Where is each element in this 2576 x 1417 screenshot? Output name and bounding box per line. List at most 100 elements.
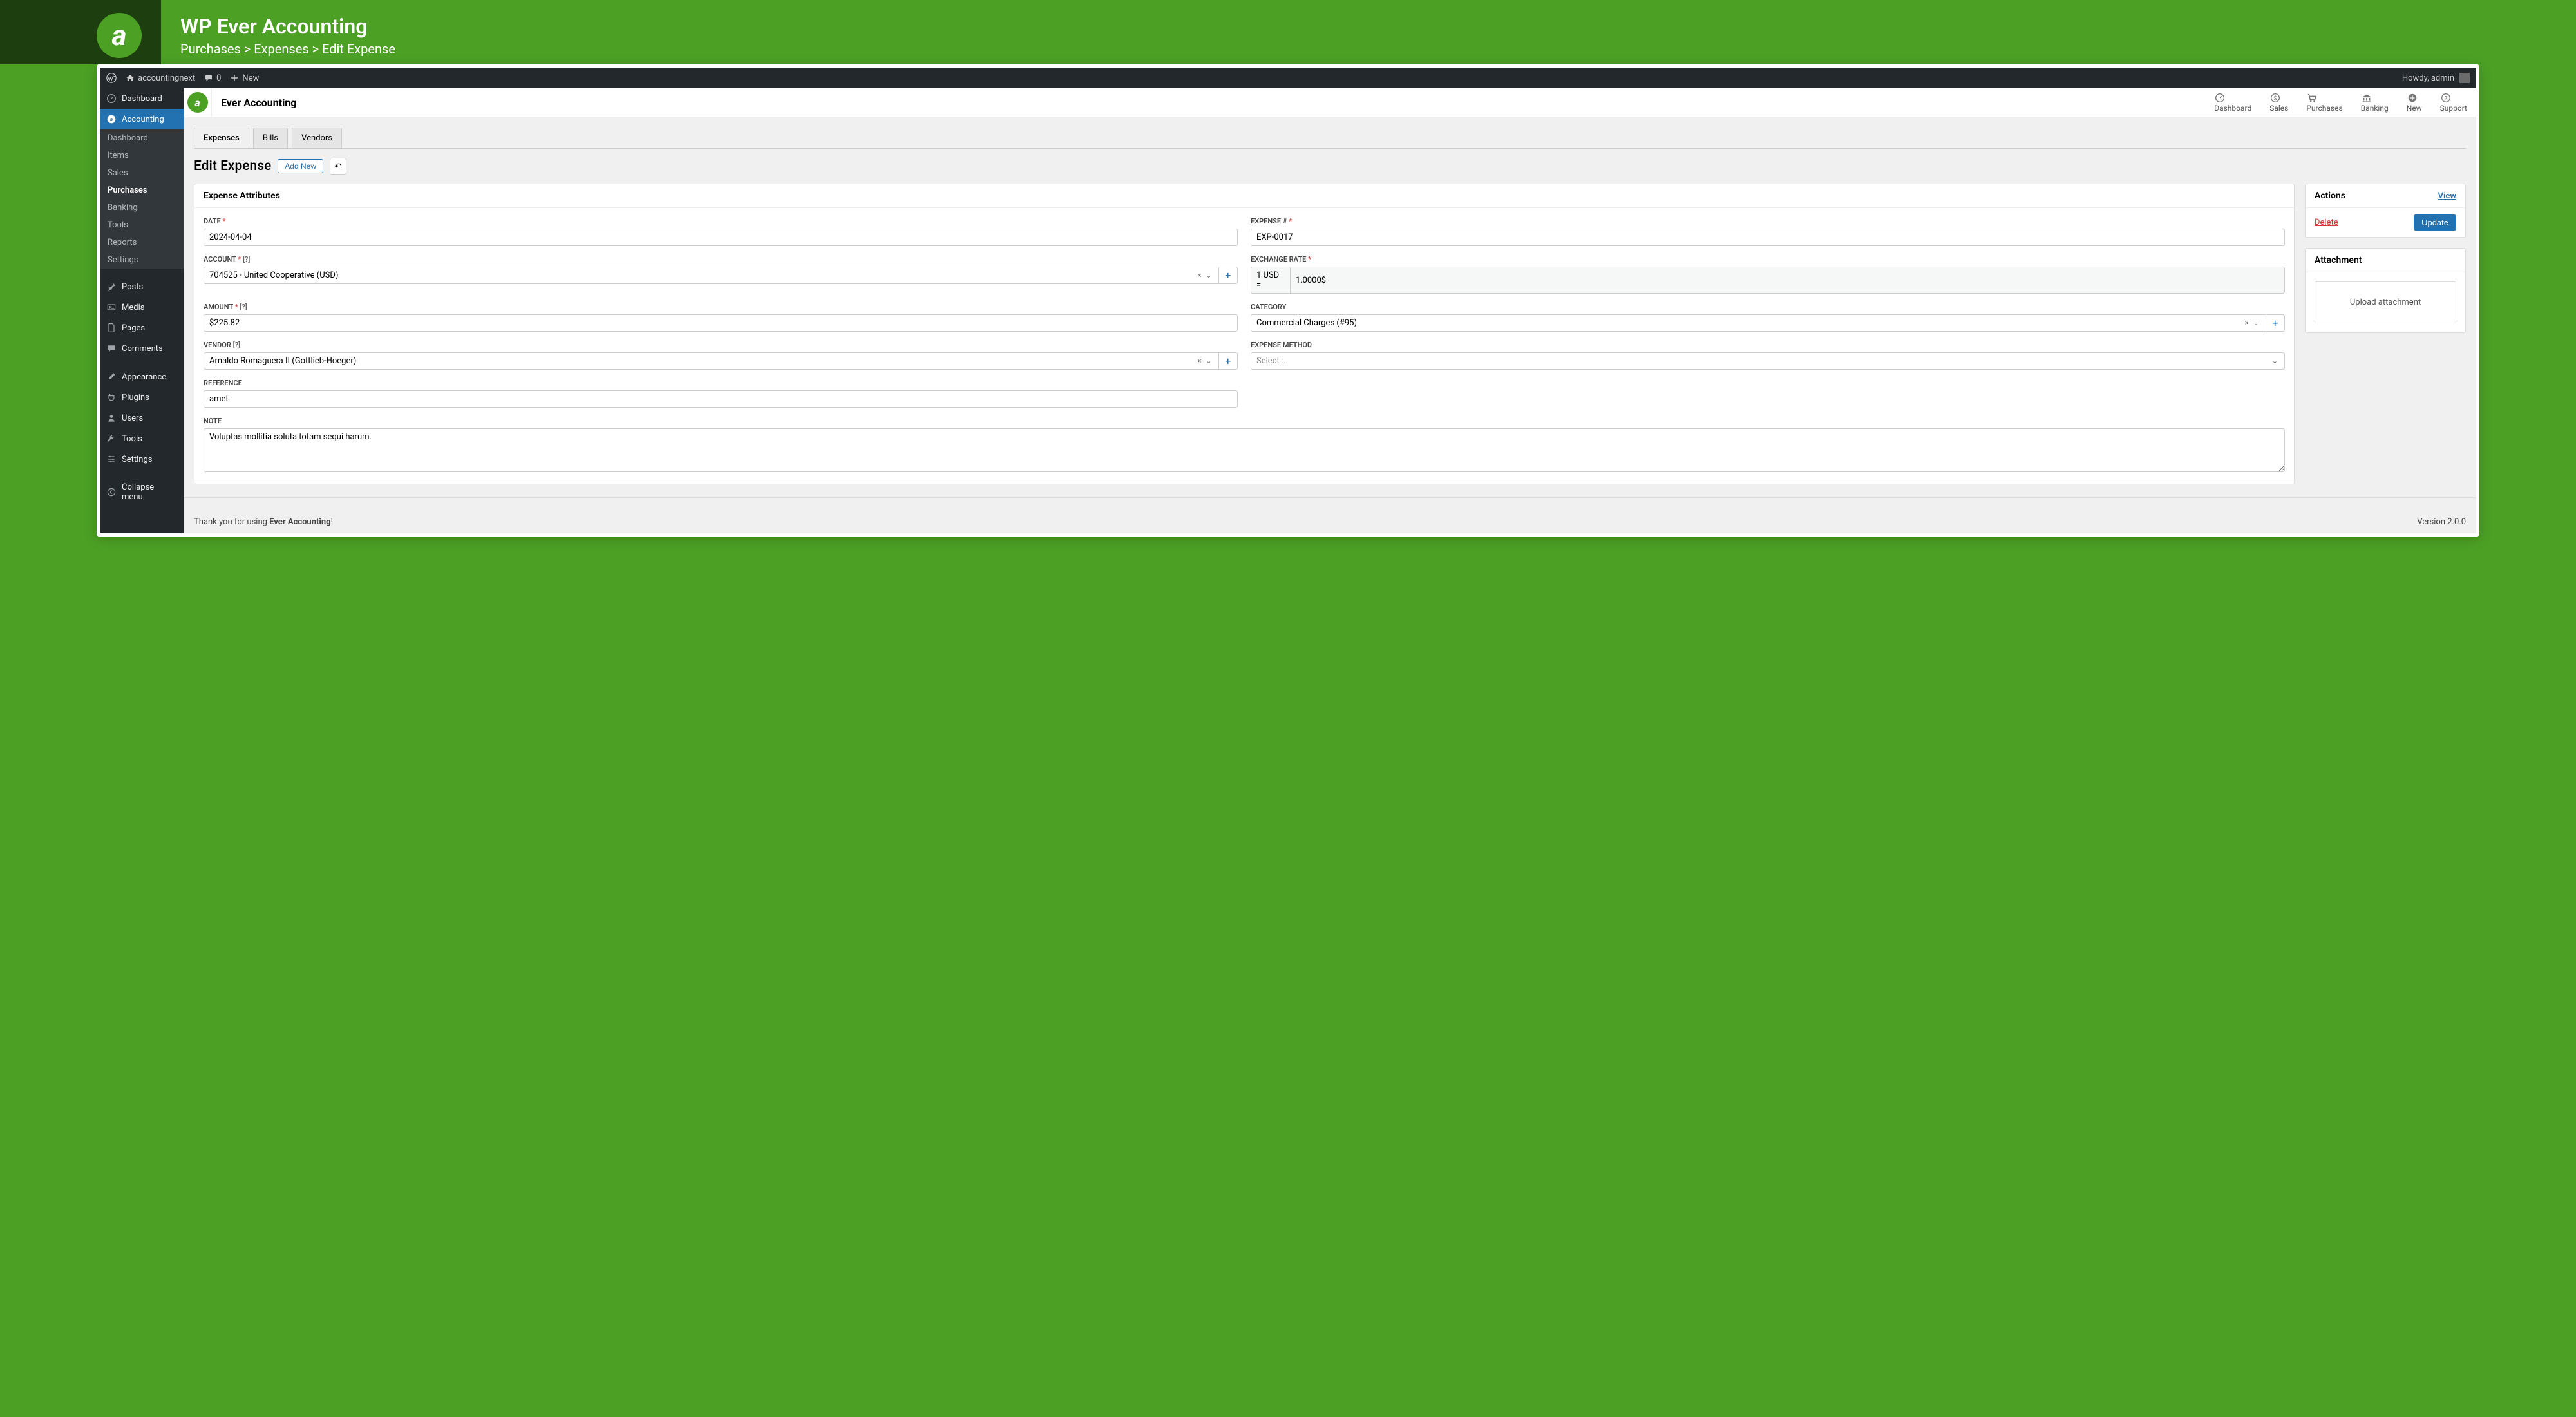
tab-expenses[interactable]: Expenses	[194, 128, 249, 148]
sidebar-item-appearance[interactable]: Appearance	[100, 366, 184, 387]
plus-icon: +	[1225, 355, 1231, 367]
label-note: NOTE	[204, 417, 2285, 425]
sidebar-item-tools[interactable]: Tools	[100, 428, 184, 449]
svg-text:$: $	[2274, 95, 2277, 102]
sidebar-item-media[interactable]: Media	[100, 297, 184, 318]
nav-sales[interactable]: $Sales	[2260, 88, 2297, 117]
submenu-settings[interactable]: Settings	[100, 251, 184, 269]
pin-icon	[106, 281, 117, 292]
account-select[interactable]: 704525 - United Cooperative (USD) × ⌄	[204, 267, 1219, 284]
add-vendor-button[interactable]: +	[1219, 352, 1238, 370]
sidebar-item-pages[interactable]: Pages	[100, 318, 184, 338]
view-link[interactable]: View	[2438, 191, 2456, 201]
plus-icon: +	[1225, 269, 1231, 281]
submenu-reports[interactable]: Reports	[100, 234, 184, 251]
submenu-dashboard[interactable]: Dashboard	[100, 129, 184, 147]
page-icon	[106, 323, 117, 333]
expense-method-select[interactable]: Select ... ⌄	[1251, 352, 2285, 370]
submenu-sales[interactable]: Sales	[100, 164, 184, 182]
comment-icon	[106, 343, 117, 354]
expense-number-input[interactable]	[1251, 229, 2285, 246]
add-account-button[interactable]: +	[1219, 267, 1238, 284]
exchange-rate-input[interactable]	[1290, 267, 2285, 294]
nav-support[interactable]: ?Support	[2431, 88, 2476, 117]
svg-text:a: a	[110, 117, 113, 123]
svg-text:?: ?	[2445, 96, 2447, 102]
sidebar-item-plugins[interactable]: Plugins	[100, 387, 184, 408]
plugin-logo: a	[187, 92, 208, 113]
back-button[interactable]: ↶	[330, 158, 346, 175]
label-expense-method: EXPENSE METHOD	[1251, 341, 2285, 349]
sliders-icon	[106, 454, 117, 464]
amount-input[interactable]	[204, 314, 1238, 332]
page-heading: Edit Expense	[194, 158, 271, 174]
tab-bills[interactable]: Bills	[253, 128, 288, 148]
label-expense-no: EXPENSE # *	[1251, 217, 2285, 225]
chevron-down-icon: ⌄	[1206, 271, 1213, 280]
submenu-purchases[interactable]: Purchases	[100, 182, 184, 199]
wp-sidebar: Dashboard a Accounting Dashboard Items S…	[100, 88, 184, 533]
add-new-button[interactable]: Add New	[278, 159, 323, 173]
add-category-button[interactable]: +	[2266, 314, 2285, 332]
user-icon	[106, 413, 117, 423]
label-category: CATEGORY	[1251, 303, 2285, 311]
sidebar-item-posts[interactable]: Posts	[100, 276, 184, 297]
submenu-items[interactable]: Items	[100, 147, 184, 164]
nav-dashboard[interactable]: Dashboard	[2205, 88, 2260, 117]
label-account: ACCOUNT * [?]	[204, 255, 1238, 263]
collapse-icon	[106, 487, 117, 497]
note-textarea[interactable]: Voluptas mollitia soluta totam sequi har…	[204, 428, 2285, 472]
tab-vendors[interactable]: Vendors	[292, 128, 342, 148]
plus-icon: +	[2272, 317, 2278, 329]
reference-input[interactable]	[204, 390, 1238, 408]
date-input[interactable]	[204, 229, 1238, 246]
category-select[interactable]: Commercial Charges (#95) × ⌄	[1251, 314, 2266, 332]
upload-attachment[interactable]: Upload attachment	[2315, 281, 2456, 323]
greeting[interactable]: Howdy, admin	[2402, 73, 2454, 83]
vendor-select[interactable]: Arnaldo Romaguera II (Gottlieb-Hoeger) ×…	[204, 352, 1219, 370]
footer-version: Version 2.0.0	[2417, 517, 2466, 527]
panel-attributes-header: Expense Attributes	[194, 184, 2294, 208]
clear-icon[interactable]: ×	[2245, 319, 2250, 327]
plug-icon	[106, 392, 117, 403]
new-link[interactable]: New	[230, 73, 259, 83]
plus-icon	[230, 73, 239, 82]
sidebar-item-settings[interactable]: Settings	[100, 449, 184, 470]
comments-link[interactable]: 0	[204, 73, 221, 83]
wrench-icon	[106, 433, 117, 444]
clear-icon[interactable]: ×	[1198, 271, 1203, 280]
cart-icon	[2306, 92, 2342, 104]
avatar[interactable]	[2459, 73, 2470, 83]
footer-thanks: Thank you for using Ever Accounting!	[194, 517, 333, 527]
label-amount: AMOUNT * [?]	[204, 303, 1238, 311]
label-date: DATE *	[204, 217, 1238, 225]
sidebar-item-accounting[interactable]: a Accounting	[100, 109, 184, 129]
plugin-title: Ever Accounting	[212, 97, 305, 109]
breadcrumb: Purchases > Expenses > Edit Expense	[180, 41, 395, 57]
sidebar-item-users[interactable]: Users	[100, 408, 184, 428]
nav-purchases[interactable]: Purchases	[2297, 88, 2351, 117]
nav-banking[interactable]: Banking	[2352, 88, 2398, 117]
brush-icon	[106, 372, 117, 382]
page-title: WP Ever Accounting	[180, 14, 395, 39]
update-button[interactable]: Update	[2414, 214, 2456, 231]
sidebar-item-dashboard[interactable]: Dashboard	[100, 88, 184, 109]
wp-logo-icon[interactable]	[106, 73, 117, 83]
sidebar-collapse[interactable]: Collapse menu	[100, 477, 184, 507]
gauge-icon	[106, 93, 117, 104]
submenu-tools[interactable]: Tools	[100, 216, 184, 234]
chevron-down-icon: ⌄	[1206, 357, 1213, 365]
clear-icon[interactable]: ×	[1198, 357, 1203, 365]
submenu-banking[interactable]: Banking	[100, 199, 184, 216]
brand-logo: a	[97, 13, 142, 58]
delete-link[interactable]: Delete	[2315, 218, 2338, 227]
sidebar-item-comments[interactable]: Comments	[100, 338, 184, 359]
undo-icon: ↶	[334, 161, 342, 171]
site-link[interactable]: accountingnext	[126, 73, 195, 83]
comment-icon	[204, 73, 213, 82]
dollar-icon: $	[2269, 92, 2288, 104]
chevron-down-icon: ⌄	[2272, 357, 2279, 365]
home-icon	[126, 73, 135, 82]
nav-new[interactable]: New	[2398, 88, 2431, 117]
label-vendor: VENDOR [?]	[204, 341, 1238, 349]
